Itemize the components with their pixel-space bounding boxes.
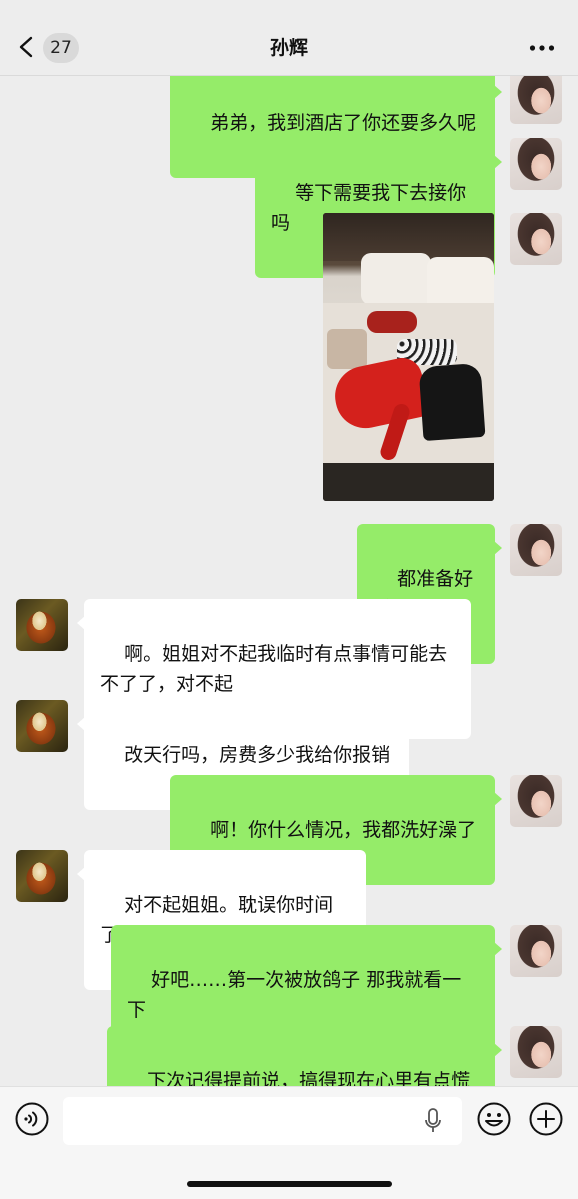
plus-icon[interactable]: [529, 1102, 563, 1136]
home-indicator[interactable]: [187, 1181, 392, 1187]
chat-title: 孙辉: [269, 37, 308, 59]
voice-toggle-icon[interactable]: [15, 1102, 49, 1136]
message-text: 啊！你什么情况，我都洗好澡了: [210, 819, 477, 841]
my-avatar[interactable]: [510, 213, 562, 265]
message-text: 弟弟，我到酒店了你还要多久呢: [210, 112, 477, 134]
my-avatar[interactable]: [510, 925, 562, 977]
my-avatar[interactable]: [510, 524, 562, 576]
message-input[interactable]: [63, 1097, 462, 1145]
message-bubble-sent[interactable]: 下次记得提前说，搞得现在心里有点慌: [107, 1026, 502, 1086]
sent-photo[interactable]: [323, 213, 494, 501]
contact-avatar[interactable]: [16, 599, 68, 651]
contact-avatar[interactable]: [16, 700, 68, 752]
my-avatar[interactable]: [510, 138, 562, 190]
emoji-icon[interactable]: [477, 1102, 511, 1136]
contact-avatar[interactable]: [16, 850, 68, 902]
microphone-icon[interactable]: [424, 1108, 442, 1134]
my-avatar[interactable]: [510, 76, 562, 124]
message-text: 啊。姐姐对不起我临时有点事情可能去 不了了，对不起: [100, 643, 448, 695]
my-avatar[interactable]: [510, 775, 562, 827]
message-list[interactable]: 弟弟，我到酒店了你还要多久呢 等下需要我下去接你吗 都准备好啦 啊。姐姐对不起我…: [0, 76, 578, 1086]
chat-header: 27 孙辉: [0, 0, 578, 76]
my-avatar[interactable]: [510, 1026, 562, 1078]
message-text: 改天行吗，房费多少我给你报销: [124, 744, 391, 766]
message-text: 下次记得提前说，搞得现在心里有点慌: [147, 1070, 471, 1086]
more-dots-icon[interactable]: [529, 44, 555, 52]
